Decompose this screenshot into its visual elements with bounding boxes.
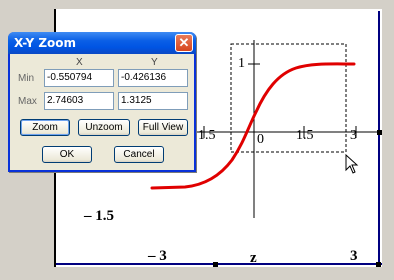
x-min-field[interactable]: -0.550794 [44, 69, 114, 87]
y-max-field[interactable]: 1.3125 [118, 92, 188, 110]
row-label-min: Min [18, 73, 35, 84]
xy-zoom-dialog: X-Y Zoom ✕ X Y Min Max -0.550794 -0.4261… [8, 32, 196, 172]
column-header-y: Y [151, 57, 158, 68]
dialog-title: X-Y Zoom [14, 36, 77, 50]
x-max-field[interactable]: 2.74603 [44, 92, 114, 110]
close-button[interactable]: ✕ [175, 34, 193, 52]
zoom-selection-rect [230, 43, 347, 153]
cancel-button[interactable]: Cancel [114, 146, 164, 163]
bottom-tick-label-3: 3 [350, 248, 358, 264]
ok-button[interactable]: OK [42, 146, 92, 163]
column-header-x: X [76, 57, 83, 68]
y-tick-label-neg-1-5: – 1.5 [84, 208, 114, 224]
x-tick-label-1-5: 1.5 [296, 128, 314, 143]
x-tick-label-3: 3 [350, 128, 357, 143]
unzoom-button[interactable]: Unzoom [78, 119, 130, 136]
x-tick-label-neg-1-5: 1.5 [198, 128, 216, 143]
y-tick-label-1: 1 [238, 56, 245, 71]
zoom-button[interactable]: Zoom [20, 119, 70, 136]
dialog-titlebar[interactable]: X-Y Zoom ✕ [8, 32, 196, 54]
x-tick-label-0: 0 [257, 132, 264, 147]
bottom-tick-label-z: z [250, 250, 257, 266]
bottom-tick-label-neg-3: – 3 [148, 248, 167, 264]
full-view-button[interactable]: Full View [138, 119, 188, 136]
mouse-pointer-icon [345, 154, 359, 174]
close-icon: ✕ [178, 35, 190, 50]
row-label-max: Max [18, 96, 37, 107]
y-min-field[interactable]: -0.426136 [118, 69, 188, 87]
